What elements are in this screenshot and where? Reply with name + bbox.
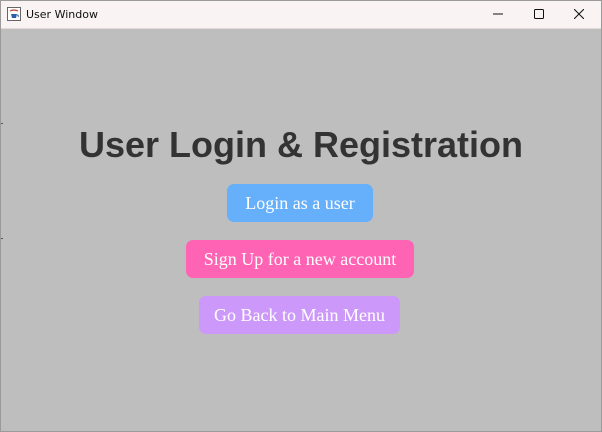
resize-edge-mark	[1, 238, 3, 239]
back-to-main-menu-button[interactable]: Go Back to Main Menu	[199, 296, 400, 334]
close-button[interactable]	[559, 1, 599, 28]
signup-button[interactable]: Sign Up for a new account	[186, 240, 414, 278]
page-title: User Login & Registration	[78, 124, 524, 165]
minimize-icon	[493, 6, 503, 24]
window-title: User Window	[26, 8, 98, 21]
minimize-button[interactable]	[478, 1, 518, 28]
java-app-icon	[7, 7, 21, 21]
maximize-button[interactable]	[519, 1, 559, 28]
close-icon	[573, 6, 585, 24]
maximize-icon	[534, 6, 544, 24]
title-bar[interactable]: User Window	[1, 1, 601, 29]
content-panel: User Login & Registration Login as a use…	[1, 29, 601, 431]
user-window: User Window User Login & Registration Lo…	[0, 0, 602, 432]
resize-edge-mark	[1, 123, 3, 124]
login-button[interactable]: Login as a user	[227, 184, 373, 222]
